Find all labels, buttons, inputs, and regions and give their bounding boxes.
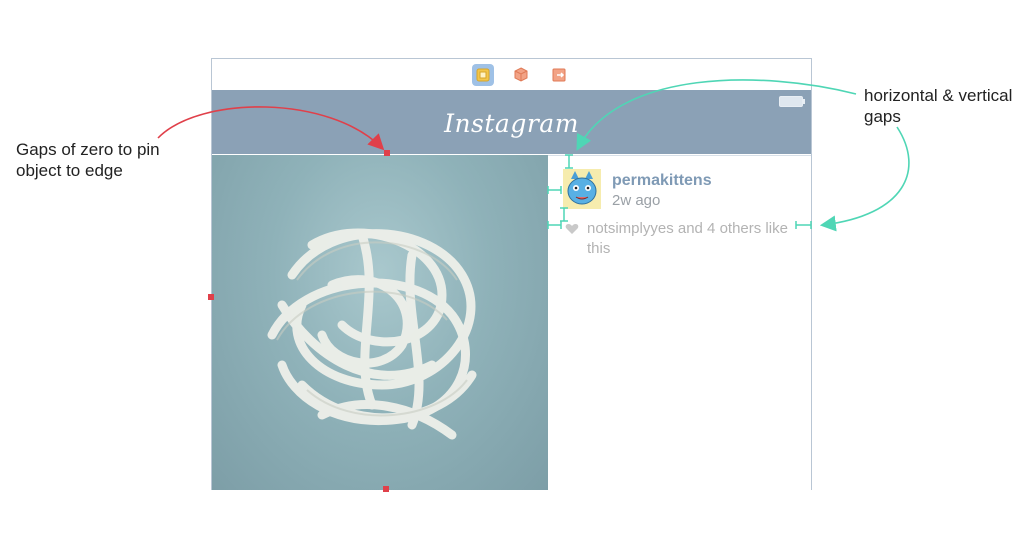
likes-label: notsimplyyes and 4 others like this — [587, 220, 788, 257]
nav-title: Instagram — [444, 109, 579, 138]
annotation-left: Gaps of zero to pin object to edge — [16, 140, 160, 180]
scene-dock — [212, 59, 811, 90]
view-controller-icon[interactable] — [472, 64, 494, 86]
first-responder-icon[interactable] — [510, 64, 532, 86]
navigation-bar: Instagram — [212, 90, 811, 154]
timestamp-label: 2w ago — [612, 192, 661, 209]
arrow-vertical-gap — [819, 126, 910, 232]
battery-icon — [779, 96, 805, 107]
avatar — [563, 169, 601, 209]
exit-icon[interactable] — [548, 64, 570, 86]
username-label[interactable]: permakittens — [612, 172, 712, 190]
device-frame: Instagram permakittens 2w ago notsimplyy… — [211, 58, 812, 491]
heart-icon[interactable] — [565, 223, 579, 235]
post-detail-panel: permakittens 2w ago notsimplyyes and 4 o… — [548, 155, 811, 491]
post-photo — [212, 155, 548, 490]
annotation-right: horizontal & vertical gaps — [864, 86, 1013, 126]
